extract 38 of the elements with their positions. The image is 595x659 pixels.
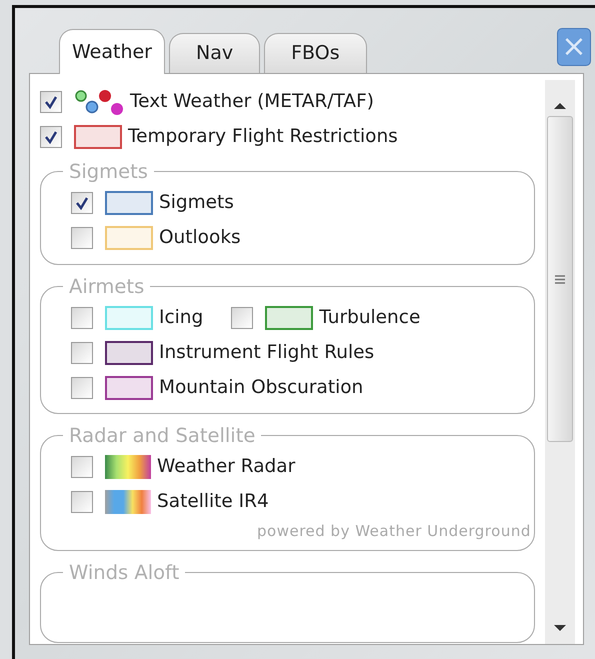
checkbox[interactable] bbox=[71, 456, 93, 478]
checkbox-label[interactable]: Icing bbox=[159, 304, 204, 332]
checkbox-label[interactable]: Temporary Flight Restrictions bbox=[128, 122, 398, 150]
checkbox-label[interactable]: Outlooks bbox=[159, 224, 241, 252]
check-icon bbox=[44, 94, 58, 108]
tab[interactable]: Weather bbox=[59, 29, 165, 74]
group-title: Sigmets bbox=[68, 162, 149, 182]
group-title: Radar and Satellite bbox=[68, 426, 256, 446]
checkbox-label[interactable]: Sigmets bbox=[159, 189, 234, 217]
tab[interactable]: FBOs bbox=[264, 33, 367, 73]
checkbox[interactable] bbox=[71, 376, 93, 398]
color-gradient-icon bbox=[105, 455, 151, 479]
grip-icon bbox=[555, 274, 565, 284]
checkbox[interactable] bbox=[71, 306, 93, 328]
checkbox-label[interactable]: Turbulence bbox=[319, 304, 420, 332]
scroll-down-icon[interactable] bbox=[554, 624, 566, 632]
group-title: Airmets bbox=[68, 276, 146, 296]
checkbox-label[interactable]: Instrument Flight Rules bbox=[159, 338, 374, 366]
checkbox[interactable] bbox=[71, 342, 93, 364]
checkbox-label[interactable]: Mountain Obscuration bbox=[159, 374, 364, 402]
checkbox[interactable] bbox=[71, 227, 93, 249]
checkbox[interactable] bbox=[71, 192, 93, 214]
check-icon bbox=[75, 196, 89, 210]
scrollbar-thumb[interactable] bbox=[547, 116, 573, 442]
group-title: Winds Aloft bbox=[68, 563, 180, 582]
checkbox[interactable] bbox=[231, 306, 254, 328]
tab[interactable]: Nav bbox=[169, 33, 260, 73]
checkbox-label[interactable]: Weather Radar bbox=[157, 453, 296, 481]
checkbox[interactable] bbox=[40, 90, 62, 112]
checkbox[interactable] bbox=[40, 126, 62, 148]
checkbox-label[interactable]: Satellite IR4 bbox=[157, 488, 269, 516]
credit-text: powered by Weather Underground bbox=[256, 520, 532, 542]
scrollbar[interactable] bbox=[545, 80, 575, 644]
color-gradient-icon bbox=[105, 490, 151, 514]
checkbox[interactable] bbox=[71, 491, 93, 513]
check-icon bbox=[44, 130, 58, 144]
scroll-up-icon[interactable] bbox=[554, 102, 566, 110]
checkbox-label[interactable]: Text Weather (METAR/TAF) bbox=[130, 88, 374, 116]
